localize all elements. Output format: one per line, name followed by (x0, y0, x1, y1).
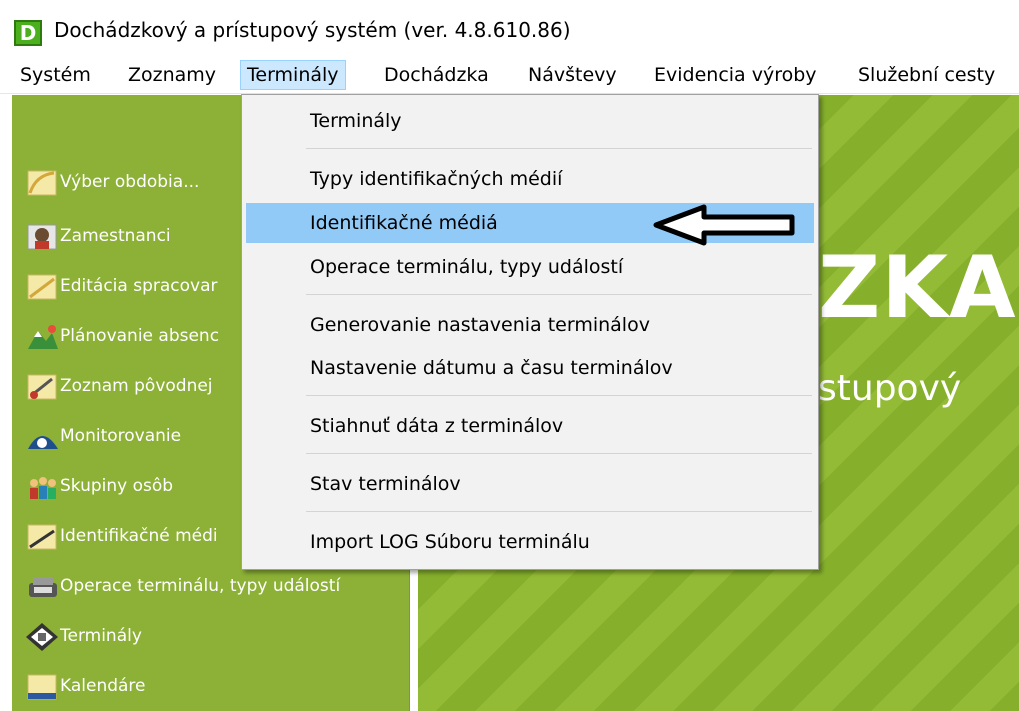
title-bar: D Dochádzkový a prístupový systém (ver. … (0, 0, 1019, 56)
calendar-icon (26, 671, 60, 701)
edit-processing-icon (26, 271, 60, 301)
sidebar-item-editacia[interactable]: Editácia spracovar (26, 269, 218, 303)
sidebar-item-label: Zamestnanci (60, 226, 171, 246)
terminaly-dropdown-menu: Terminály Typy identifikačných médií Ide… (241, 94, 819, 570)
window-title: Dochádzkový a prístupový systém (ver. 4.… (54, 18, 571, 42)
menu-separator (306, 395, 812, 396)
sidebar-item-label: Identifikačné médi (60, 526, 218, 546)
menu-separator (306, 511, 812, 512)
sidebar-item-label: Kalendáre (60, 676, 146, 696)
app-logo-icon: D (14, 20, 42, 46)
sidebar-item-label: Monitorovanie (60, 426, 182, 446)
menu-separator (306, 453, 812, 454)
menu-navstevy[interactable]: Návštevy (522, 60, 623, 90)
sidebar-item-label: Editácia spracovar (60, 276, 218, 296)
sidebar-item-label: Zoznam pôvodnej (60, 376, 213, 396)
identification-media-icon (26, 521, 60, 551)
brand-title: ZKA (818, 238, 1017, 338)
sidebar-item-zoznam-povodnej[interactable]: Zoznam pôvodnej (26, 369, 213, 403)
sidebar-item-operace-terminalu[interactable]: Operace terminálu, typy událostí (26, 569, 340, 603)
menu-dochadzka[interactable]: Dochádzka (378, 60, 495, 90)
menu-terminaly[interactable]: Terminály (240, 60, 346, 90)
sidebar-item-vyber-obdobia[interactable]: Výber obdobia... (26, 165, 199, 199)
sidebar-item-label: Operace terminálu, typy událostí (60, 576, 341, 596)
sidebar-item-skupiny-osob[interactable]: Skupiny osôb (26, 469, 173, 503)
sidebar-item-label: Terminály (60, 626, 142, 646)
sidebar-item-label: Výber obdobia... (60, 172, 200, 192)
dropdown-item-generovanie-nastavenia[interactable]: Generovanie nastavenia terminálov (246, 305, 814, 345)
menu-system[interactable]: Systém (14, 60, 97, 90)
menu-bar: Systém Zoznamy Terminály Dochádzka Návšt… (0, 56, 1019, 94)
dropdown-item-operace-terminalu[interactable]: Operace terminálu, typy událostí (246, 247, 814, 287)
employee-icon (26, 221, 60, 251)
menu-zoznamy[interactable]: Zoznamy (122, 60, 222, 90)
menu-sluzebni-cesty[interactable]: Služební cesty (852, 60, 1001, 90)
calendar-period-icon (26, 167, 60, 197)
annotation-arrow-icon (653, 204, 795, 246)
absence-planning-icon (26, 321, 60, 351)
monitoring-icon (26, 421, 60, 451)
sidebar-item-identifikacne-media[interactable]: Identifikačné médi (26, 519, 218, 553)
dropdown-item-stiahnut-data[interactable]: Stiahnuť dáta z terminálov (246, 406, 814, 446)
dropdown-item-typy-identifikacnych-medii[interactable]: Typy identifikačných médií (246, 159, 814, 199)
dropdown-item-stav-terminalov[interactable]: Stav terminálov (246, 464, 814, 504)
terminal-icon (26, 621, 60, 651)
sidebar-item-zamestnanci[interactable]: Zamestnanci (26, 219, 171, 253)
menu-separator (306, 294, 812, 295)
original-list-icon (26, 371, 60, 401)
sidebar-item-terminaly[interactable]: Terminály (26, 619, 142, 653)
dropdown-item-nastavenie-datumu[interactable]: Nastavenie dátumu a času terminálov (246, 348, 814, 388)
menu-evidencia-vyroby[interactable]: Evidencia výroby (648, 60, 823, 90)
dropdown-item-terminaly[interactable]: Terminály (246, 101, 814, 141)
sidebar-item-kalendare[interactable]: Kalendáre (26, 669, 146, 703)
dropdown-item-import-log[interactable]: Import LOG Súboru terminálu (246, 522, 814, 562)
terminal-operations-icon (26, 571, 60, 601)
brand-subtitle: stupový (818, 368, 962, 409)
sidebar-item-planovanie[interactable]: Plánovanie absenc (26, 319, 219, 353)
menu-separator (306, 148, 812, 149)
people-groups-icon (26, 471, 60, 501)
sidebar-item-label: Skupiny osôb (60, 476, 174, 496)
sidebar-item-label: Plánovanie absenc (60, 326, 220, 346)
sidebar-item-monitorovanie[interactable]: Monitorovanie (26, 419, 181, 453)
